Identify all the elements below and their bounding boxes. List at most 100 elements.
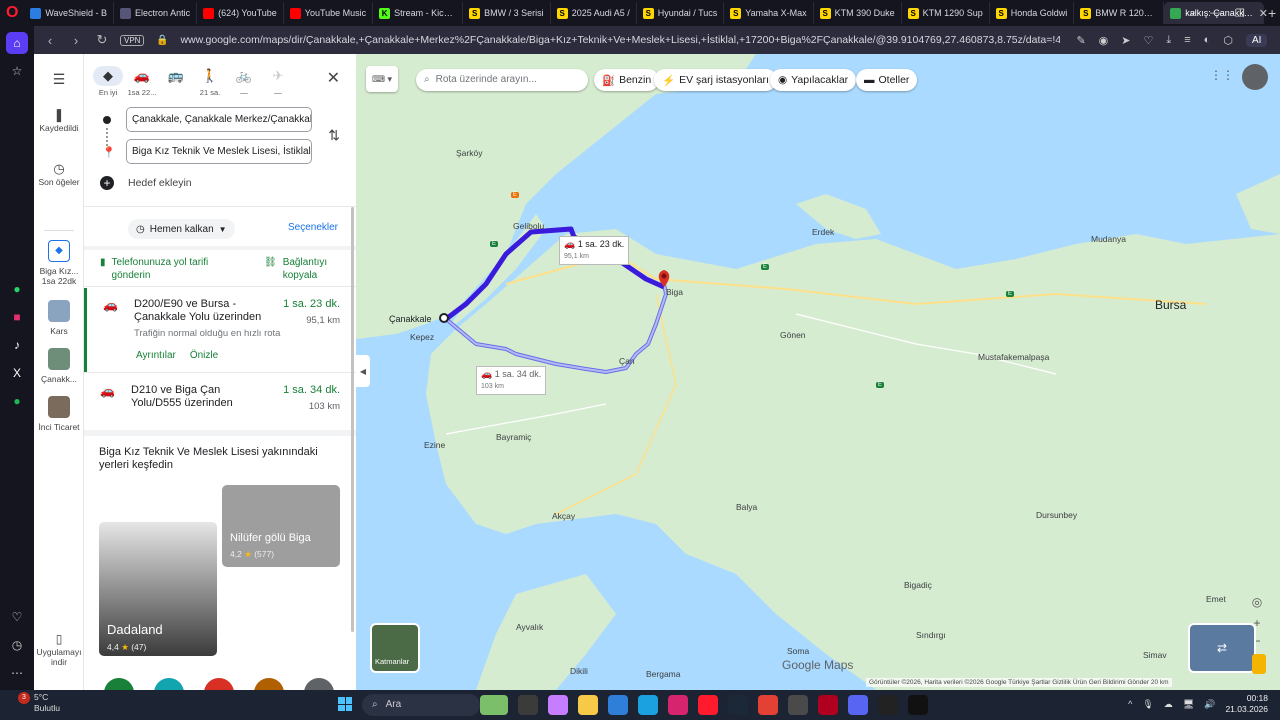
- chrome-icon[interactable]: [758, 695, 778, 715]
- app-icon[interactable]: [480, 695, 508, 715]
- taskbar-search[interactable]: ⌕ Ara: [362, 694, 480, 716]
- network-icon[interactable]: 🖥: [1183, 699, 1194, 710]
- cloud-icon[interactable]: ☁: [1164, 699, 1173, 710]
- url-field[interactable]: www.google.com/maps/dir/Çanakkale,+Çanak…: [180, 34, 1060, 46]
- app-icon[interactable]: [878, 695, 898, 715]
- lock-icon[interactable]: 🔒: [154, 35, 170, 46]
- download-icon[interactable]: ⤓: [1166, 34, 1171, 47]
- mode-transit[interactable]: 🚌 —: [160, 66, 192, 97]
- mic-icon[interactable]: 🎙: [1142, 699, 1153, 710]
- app-icon[interactable]: [518, 695, 538, 715]
- rail-recent-item-inci[interactable]: İnci Ticaret: [34, 396, 84, 432]
- chip-gas[interactable]: ⛽ Benzin: [594, 69, 660, 91]
- heart-sidebar-icon[interactable]: ♡: [6, 606, 28, 628]
- browser-tab[interactable]: S 2025 Audi A5 /: [551, 2, 637, 24]
- street-view-thumbnail[interactable]: ⇄: [1188, 623, 1256, 673]
- app-icon[interactable]: [788, 695, 808, 715]
- add-destination-button[interactable]: + Hedef ekleyin: [100, 176, 192, 190]
- chip-todo[interactable]: ◉ Yapılacaklar: [770, 69, 857, 91]
- layers-button[interactable]: Katmanlar: [370, 623, 420, 673]
- volume-icon[interactable]: 🔊: [1204, 699, 1215, 710]
- map-canvas[interactable]: ⌨ ▾ ⌕ Rota üzerinde arayın... ⛽ Benzin ⚡ E…: [356, 54, 1280, 690]
- camera-icon[interactable]: ◉: [1099, 34, 1109, 47]
- app-icon[interactable]: [668, 695, 688, 715]
- rail-recent-item-biga[interactable]: ◆ Biga Kız... 1sa 22dk: [34, 240, 84, 286]
- mode-flight[interactable]: ✈ —: [262, 66, 294, 97]
- opera-taskbar-icon[interactable]: [698, 695, 718, 715]
- steam-icon[interactable]: [728, 695, 748, 715]
- tiktok-icon[interactable]: ♪: [6, 334, 28, 356]
- route-tooltip-alt[interactable]: 🚗 1 sa. 34 dk. 103 km: [476, 366, 547, 395]
- origin-input[interactable]: Çanakkale, Çanakkale Merkez/Çanakkale: [126, 107, 312, 132]
- app-icon[interactable]: [908, 695, 928, 715]
- category-icon[interactable]: [304, 678, 334, 690]
- minimize-button[interactable]: —: [1210, 7, 1221, 19]
- chip-hotels[interactable]: ▬ Oteller: [856, 69, 918, 91]
- back-icon[interactable]: ‹: [42, 33, 58, 48]
- vpn-badge[interactable]: VPN: [120, 34, 145, 46]
- destination-input[interactable]: Biga Kız Teknik Ve Meslek Lisesi, İstikl…: [126, 139, 312, 164]
- app-icon[interactable]: [608, 695, 628, 715]
- close-directions-icon[interactable]: ✕: [327, 68, 340, 88]
- forward-icon[interactable]: ›: [68, 33, 84, 48]
- chip-ev[interactable]: ⚡ EV şarj istasyonları: [654, 69, 777, 91]
- swap-icon[interactable]: ⇅: [328, 127, 340, 144]
- category-icon[interactable]: [104, 678, 134, 690]
- history-icon[interactable]: ◷: [6, 634, 28, 656]
- browser-tab[interactable]: S Honda Goldwi: [990, 2, 1075, 24]
- file-explorer-icon[interactable]: [578, 695, 598, 715]
- preview-link[interactable]: Önizle: [190, 350, 218, 361]
- rail-get-app[interactable]: ▯ Uygulamayı indir: [34, 633, 84, 667]
- rail-recent[interactable]: ◷ Son öğeler: [34, 162, 84, 187]
- keyboard-icon[interactable]: ⌨ ▾: [366, 66, 398, 92]
- browser-tab[interactable]: S Hyundai / Tucs: [637, 2, 725, 24]
- mode-best[interactable]: ◆ En iyi: [92, 66, 124, 97]
- send-icon[interactable]: ➤: [1121, 34, 1130, 47]
- depart-time-dropdown[interactable]: ◷ Hemen kalkan ▼: [128, 219, 235, 239]
- weather-widget[interactable]: 3 5°C Bulutlu: [14, 692, 60, 714]
- rail-recent-item-kars[interactable]: Kars: [34, 300, 84, 336]
- star-icon[interactable]: ☆: [6, 60, 28, 82]
- mode-car[interactable]: 🚗 1sa 22...: [126, 66, 158, 97]
- details-link[interactable]: Ayrıntılar: [136, 350, 176, 361]
- my-location-icon[interactable]: ◎: [1248, 595, 1266, 609]
- ai-button[interactable]: AI: [1245, 33, 1268, 47]
- browser-tab[interactable]: S BMW / 3 Serisi: [463, 2, 551, 24]
- opera-menu-icon[interactable]: O: [0, 0, 24, 26]
- route-search-input[interactable]: ⌕ Rota üzerinde arayın...: [416, 69, 588, 91]
- mode-walk[interactable]: 🚶 21 sa.: [194, 66, 226, 97]
- mode-bike[interactable]: 🚲 —: [228, 66, 260, 97]
- spotify-icon[interactable]: ●: [6, 390, 28, 412]
- category-icon[interactable]: [254, 678, 284, 690]
- app-icon[interactable]: [548, 695, 568, 715]
- home-icon[interactable]: ⌂: [6, 32, 28, 54]
- route-option[interactable]: 🚗 D200/E90 ve Bursa - Çanakkale Yolu üze…: [84, 288, 352, 372]
- place-card[interactable]: Dadaland 4,4 ★ (47): [99, 522, 217, 656]
- maximize-button[interactable]: ❐: [1235, 7, 1245, 20]
- browser-tab[interactable]: S BMW R 1200 G: [1074, 2, 1165, 24]
- browser-tab[interactable]: K Stream - Kick D: [373, 2, 464, 24]
- menu-icon[interactable]: ≡: [1184, 34, 1190, 47]
- category-icon[interactable]: [154, 678, 184, 690]
- rail-saved[interactable]: ❚ Kaydedildi: [34, 108, 84, 133]
- panel-scrollbar[interactable]: [351, 207, 354, 632]
- browser-tab[interactable]: Electron Antic: [114, 2, 198, 24]
- discord-icon[interactable]: [848, 695, 868, 715]
- tab-search-icon[interactable]: ⌕: [1190, 7, 1196, 20]
- whatsapp-icon[interactable]: ●: [6, 278, 28, 300]
- browser-tab[interactable]: S KTM 390 Duke: [814, 2, 902, 24]
- category-icon[interactable]: [204, 678, 234, 690]
- instagram-icon[interactable]: ■: [6, 306, 28, 328]
- chevron-up-icon[interactable]: ^: [1128, 699, 1132, 709]
- start-button[interactable]: [338, 697, 352, 711]
- browser-tab[interactable]: YouTube Music: [284, 2, 374, 24]
- clock[interactable]: 00:18 21.03.2026: [1225, 693, 1268, 715]
- maps-menu-icon[interactable]: ☰: [34, 72, 84, 86]
- avatar[interactable]: [1242, 64, 1268, 90]
- pegman-icon[interactable]: [1252, 654, 1266, 674]
- route-option[interactable]: 🚗 D210 ve Biga Çan Yolu/D555 üzerinden 1…: [84, 374, 352, 430]
- browser-tab[interactable]: WaveShield - B: [24, 2, 115, 24]
- more-icon[interactable]: ⋯: [6, 662, 28, 684]
- options-button[interactable]: Seçenekler: [288, 222, 338, 233]
- send-to-phone-link[interactable]: ▮ Telefonunuza yol tarifi gönderin: [100, 256, 222, 282]
